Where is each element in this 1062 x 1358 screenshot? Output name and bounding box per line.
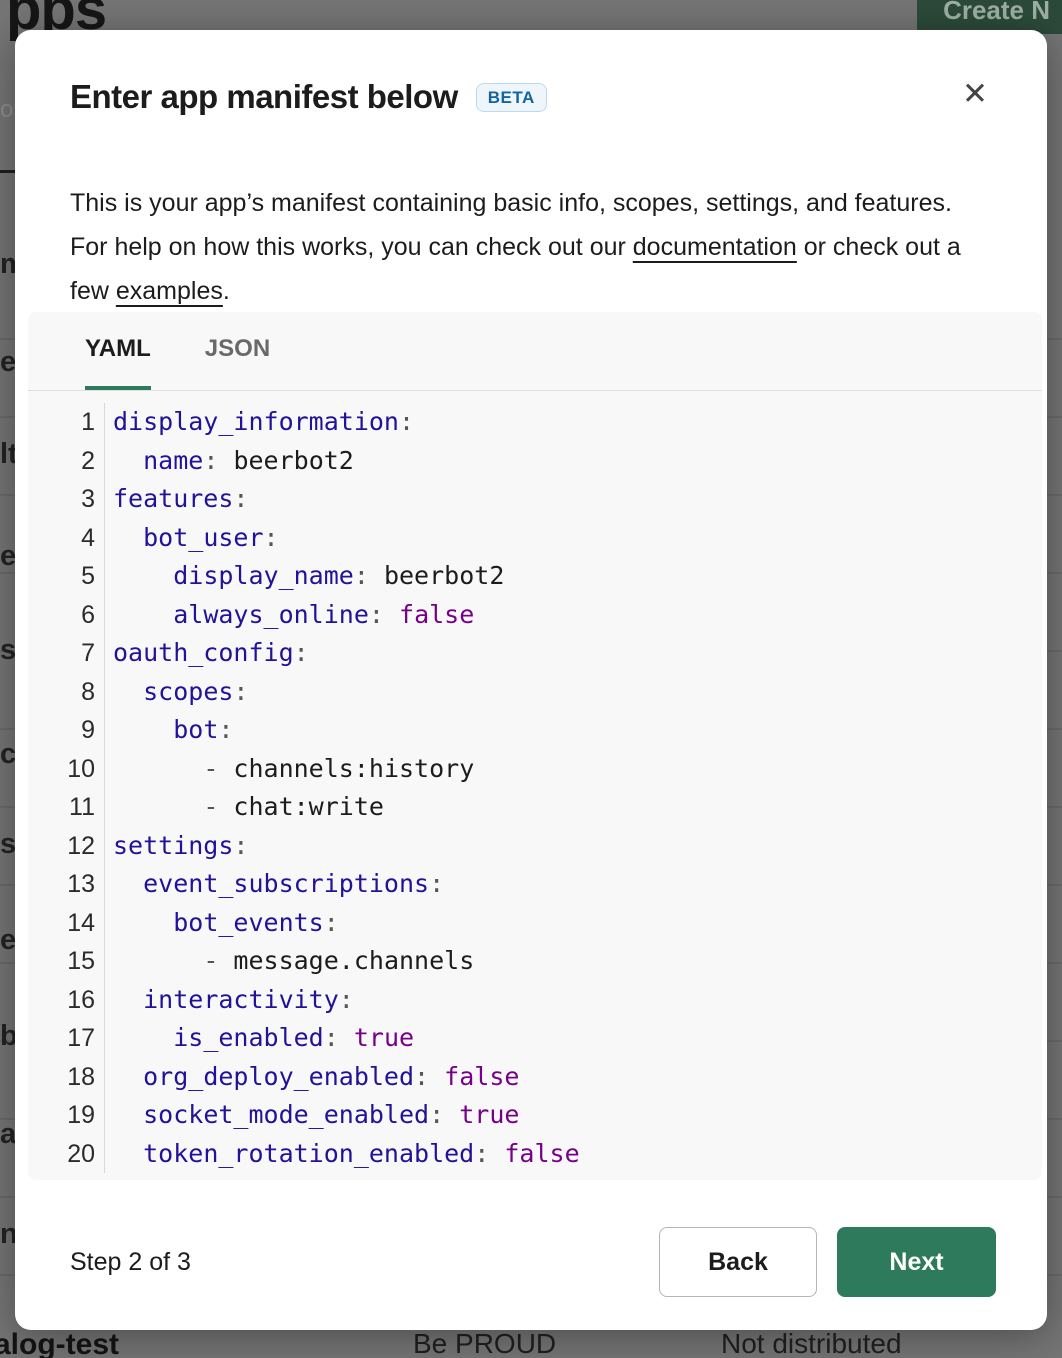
code-line-content: scopes:	[105, 673, 248, 712]
line-number: 18	[28, 1058, 105, 1097]
editor-tabbar: YAML JSON	[28, 312, 1042, 391]
code-line: 12settings:	[28, 827, 1042, 866]
line-number: 9	[28, 711, 105, 750]
next-button[interactable]: Next	[837, 1227, 996, 1297]
close-icon[interactable]: ✕	[953, 72, 997, 116]
line-number: 4	[28, 519, 105, 558]
code-line: 10 - channels:history	[28, 750, 1042, 789]
manifest-editor-panel: YAML JSON 1display_information:2 name: b…	[28, 312, 1042, 1180]
code-line: 16 interactivity:	[28, 981, 1042, 1020]
tab-yaml[interactable]: YAML	[85, 312, 151, 390]
examples-link[interactable]: examples	[116, 277, 223, 305]
modal-footer: Step 2 of 3 Back Next	[70, 1227, 996, 1297]
code-line-content: features:	[105, 480, 248, 519]
line-number: 20	[28, 1135, 105, 1174]
code-line: 15 - message.channels	[28, 942, 1042, 981]
code-line-content: display_information:	[105, 403, 414, 442]
line-number: 1	[28, 403, 105, 442]
step-indicator: Step 2 of 3	[70, 1248, 191, 1277]
code-line: 6 always_online: false	[28, 596, 1042, 635]
code-line: 14 bot_events:	[28, 904, 1042, 943]
code-line: 18 org_deploy_enabled: false	[28, 1058, 1042, 1097]
line-number: 17	[28, 1019, 105, 1058]
code-line: 20 token_rotation_enabled: false	[28, 1135, 1042, 1174]
back-button[interactable]: Back	[659, 1227, 817, 1297]
code-line-content: event_subscriptions:	[105, 865, 444, 904]
code-line-content: bot_user:	[105, 519, 279, 558]
code-line: 9 bot:	[28, 711, 1042, 750]
code-line-content: org_deploy_enabled: false	[105, 1058, 519, 1097]
code-line: 7oauth_config:	[28, 634, 1042, 673]
code-line-content: display_name: beerbot2	[105, 557, 504, 596]
code-editor[interactable]: 1display_information:2 name: beerbot23fe…	[28, 391, 1042, 1173]
background-app-name: alog-test	[0, 1328, 119, 1358]
code-line-content: name: beerbot2	[105, 442, 354, 481]
background-distribution-status: Not distributed	[721, 1328, 902, 1358]
background-divider	[0, 170, 16, 173]
app-manifest-modal: Enter app manifest below BETA ✕ This is …	[15, 30, 1047, 1330]
code-line-content: bot:	[105, 711, 233, 750]
line-number: 16	[28, 981, 105, 1020]
code-line-content: interactivity:	[105, 981, 354, 1020]
modal-description: This is your app’s manifest containing b…	[70, 181, 980, 313]
background-text-fragment: e	[0, 540, 16, 573]
line-number: 15	[28, 942, 105, 981]
code-line-content: is_enabled: true	[105, 1019, 414, 1058]
line-number: 5	[28, 557, 105, 596]
modal-title: Enter app manifest below	[70, 78, 458, 116]
tab-json[interactable]: JSON	[205, 312, 270, 390]
line-number: 11	[28, 788, 105, 827]
description-text: .	[223, 277, 230, 305]
code-line-content: socket_mode_enabled: true	[105, 1096, 519, 1135]
code-line: 5 display_name: beerbot2	[28, 557, 1042, 596]
line-number: 7	[28, 634, 105, 673]
line-number: 6	[28, 596, 105, 635]
background-text-fragment: e	[0, 346, 16, 379]
code-line: 8 scopes:	[28, 673, 1042, 712]
background-text-fragment: a	[0, 1118, 16, 1151]
line-number: 13	[28, 865, 105, 904]
create-new-app-button[interactable]: Create N	[917, 0, 1062, 34]
code-line: 13 event_subscriptions:	[28, 865, 1042, 904]
code-line: 1display_information:	[28, 403, 1042, 442]
code-line: 11 - chat:write	[28, 788, 1042, 827]
code-line-content: - chat:write	[105, 788, 384, 827]
line-number: 8	[28, 673, 105, 712]
background-text-fragment: c	[0, 738, 16, 771]
code-line-content: token_rotation_enabled: false	[105, 1135, 580, 1174]
beta-badge: BETA	[476, 83, 547, 112]
code-line-content: oauth_config:	[105, 634, 309, 673]
code-line-content: - message.channels	[105, 942, 474, 981]
line-number: 2	[28, 442, 105, 481]
code-line: 4 bot_user:	[28, 519, 1042, 558]
code-line-content: - channels:history	[105, 750, 474, 789]
background-workspace: Be PROUD	[413, 1328, 556, 1358]
modal-header: Enter app manifest below BETA	[70, 78, 992, 116]
code-line: 17 is_enabled: true	[28, 1019, 1042, 1058]
code-line: 3features:	[28, 480, 1042, 519]
code-line: 2 name: beerbot2	[28, 442, 1042, 481]
code-line-content: bot_events:	[105, 904, 339, 943]
code-line: 19 socket_mode_enabled: true	[28, 1096, 1042, 1135]
screen: pps Create N os m e lt e st c st er b a …	[0, 0, 1062, 1358]
documentation-link[interactable]: documentation	[633, 233, 797, 261]
background-table-row: alog-test Be PROUD Not distributed	[0, 1328, 1062, 1358]
code-line-content: always_online: false	[105, 596, 474, 635]
code-line-content: settings:	[105, 827, 248, 866]
line-number: 14	[28, 904, 105, 943]
line-number: 3	[28, 480, 105, 519]
line-number: 12	[28, 827, 105, 866]
line-number: 19	[28, 1096, 105, 1135]
line-number: 10	[28, 750, 105, 789]
